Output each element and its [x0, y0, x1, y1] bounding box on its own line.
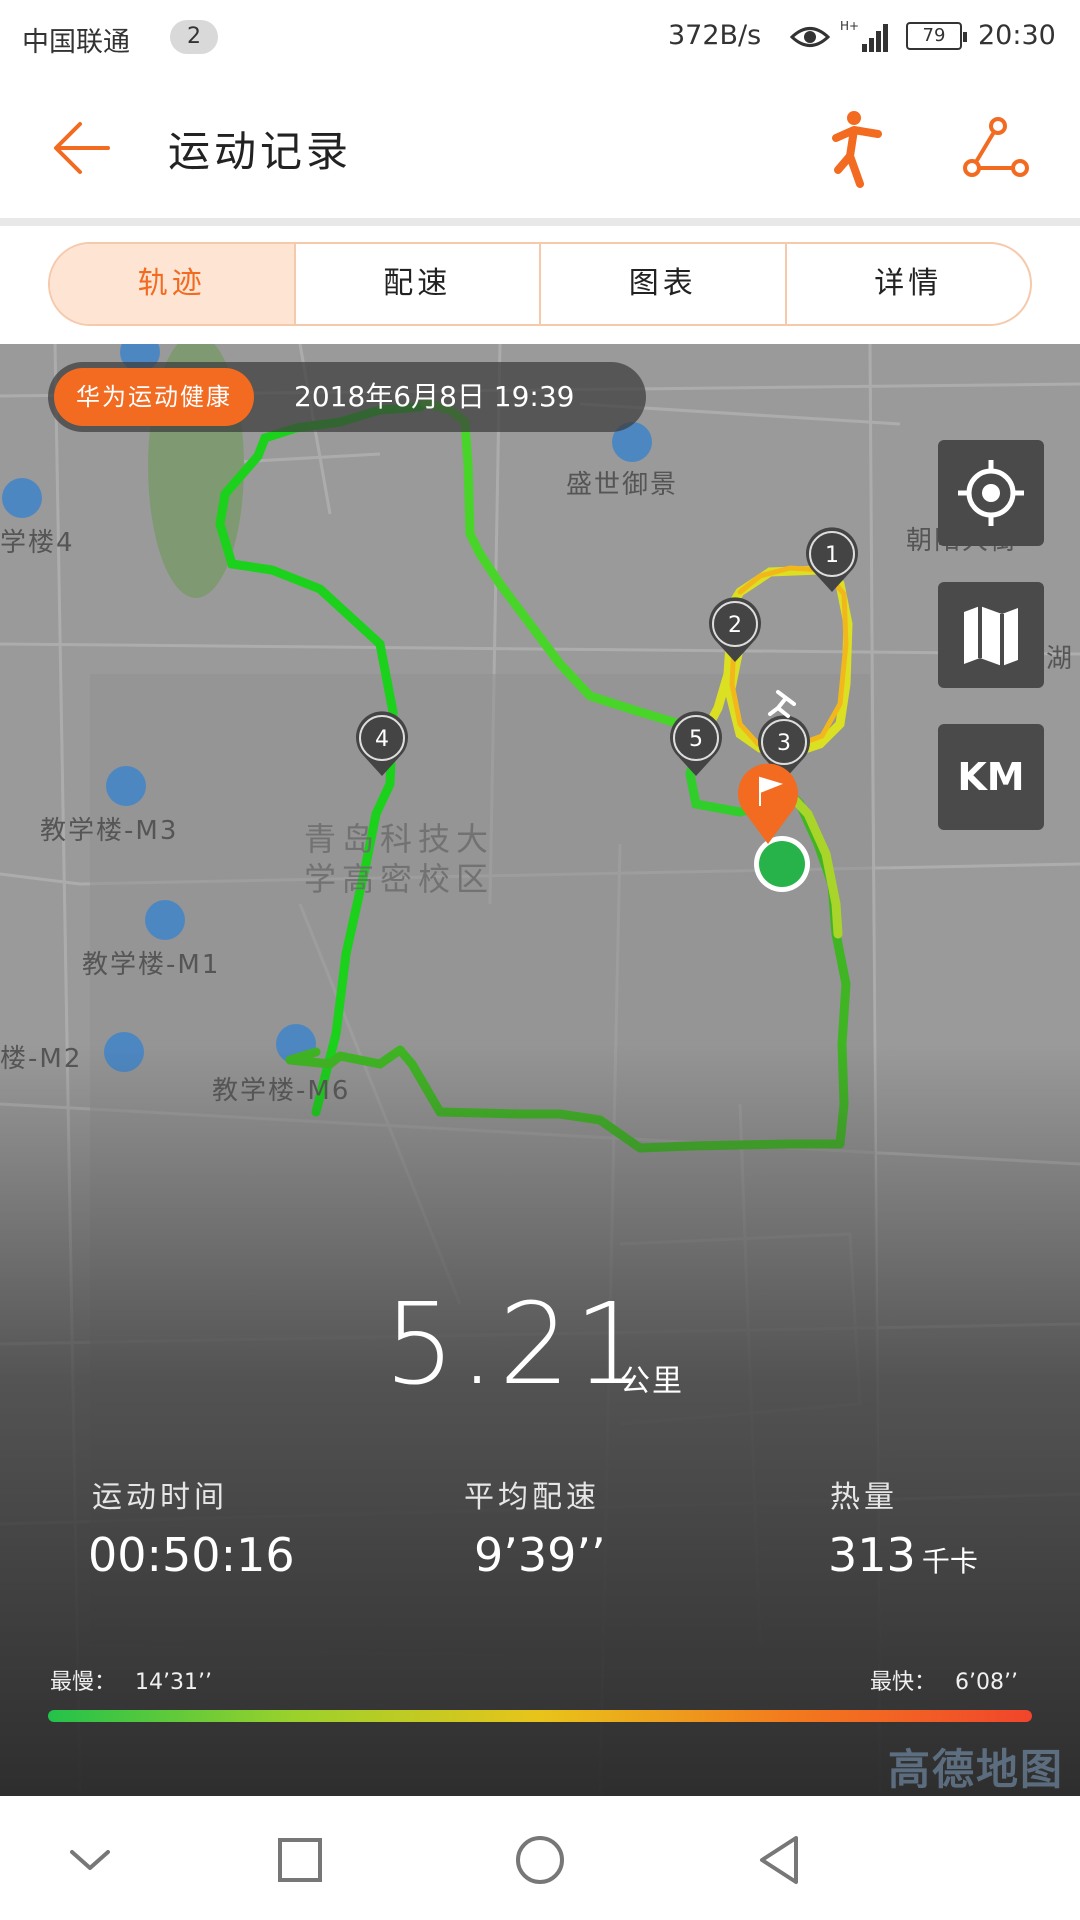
- tab-bar: 轨迹 配速 图表 详情: [48, 242, 1032, 326]
- tab-chart[interactable]: 图表: [539, 244, 785, 324]
- map-layer-button[interactable]: [938, 582, 1044, 688]
- calorie-value: 313: [828, 1528, 916, 1582]
- record-source-pill: 华为运动健康 2018年6月8日 19:39: [48, 362, 646, 432]
- net-speed: 372B/s: [668, 20, 762, 51]
- header-divider: [0, 218, 1080, 226]
- page-title: 运动记录: [168, 127, 353, 176]
- map-icon: [964, 606, 1018, 666]
- system-nav-bar: [0, 1796, 1080, 1920]
- home-icon[interactable]: [512, 1832, 568, 1888]
- svg-text:2: 2: [728, 613, 742, 638]
- clock: 20:30: [978, 20, 1056, 51]
- map-label-edge: 湖: [1046, 644, 1075, 674]
- running-person-icon[interactable]: [824, 108, 886, 188]
- map-label-building-m2: 楼-M2: [0, 1044, 83, 1074]
- fastest-pace: 最快： 6’08’’: [870, 1670, 1018, 1695]
- tab-details[interactable]: 详情: [784, 244, 1031, 324]
- svg-text:5: 5: [689, 727, 703, 752]
- tab-pace[interactable]: 配速: [293, 244, 540, 324]
- map-label-building-m6: 教学楼-M6: [212, 1076, 351, 1106]
- amap-logo: 高德地图: [888, 1745, 1065, 1794]
- map-label-building-m3: 教学楼-M3: [40, 816, 179, 846]
- pace-gradient-bar: [48, 1710, 1032, 1722]
- status-bar: 中国联通 2 372B/s H+ 79 20:30: [0, 0, 1080, 76]
- map-label-building-4: 学楼4: [0, 528, 75, 558]
- duration-value: 00:50:16: [88, 1528, 295, 1582]
- tab-track[interactable]: 轨迹: [50, 244, 294, 324]
- eye-icon: [790, 27, 830, 47]
- slowest-pace: 最慢： 14’31’’: [50, 1670, 212, 1695]
- app-bar: 运动记录: [0, 76, 1080, 218]
- duration-label: 运动时间: [92, 1480, 228, 1515]
- calorie-label: 热量: [830, 1480, 898, 1515]
- back-icon[interactable]: [752, 1832, 808, 1888]
- brand-tag: 华为运动健康: [54, 368, 254, 426]
- carrier-name: 中国联通: [22, 27, 130, 58]
- km-marker-1: 1: [806, 527, 858, 592]
- distance-unit: 公里: [620, 1364, 684, 1399]
- sim-badge: 2: [170, 20, 218, 54]
- back-arrow-icon[interactable]: [50, 116, 114, 180]
- avg-pace-label: 平均配速: [464, 1480, 600, 1515]
- calorie-unit: 千卡: [921, 1545, 978, 1578]
- locate-icon: [958, 460, 1024, 526]
- map-label-building-m1: 教学楼-M1: [82, 950, 221, 980]
- locate-button[interactable]: [938, 440, 1044, 546]
- recents-icon[interactable]: [272, 1832, 328, 1888]
- svg-text:1: 1: [825, 543, 839, 568]
- map-label-campus-2: 学高密校区: [304, 860, 495, 898]
- unit-km-button[interactable]: KM: [938, 724, 1044, 830]
- route-map[interactable]: 1 2 3 4 5 盛世御景 青岛科技大 学高密校区 学楼4 教学楼-M3 教学…: [0, 344, 1080, 1796]
- svg-text:H+: H+: [840, 19, 859, 33]
- record-datetime: 2018年6月8日 19:39: [294, 380, 575, 413]
- battery-icon: 79: [906, 22, 967, 50]
- avg-pace-value: 9’39’’: [474, 1528, 606, 1582]
- collapse-icon[interactable]: [62, 1832, 118, 1888]
- map-label-shengshi: 盛世御景: [566, 470, 679, 500]
- calorie-display: 313 千卡: [828, 1528, 978, 1582]
- route-share-icon[interactable]: [962, 116, 1030, 180]
- svg-text:3: 3: [777, 731, 791, 756]
- signal-icon: H+: [840, 19, 888, 52]
- svg-text:4: 4: [375, 727, 389, 752]
- distance-value: 5.21: [384, 1280, 650, 1410]
